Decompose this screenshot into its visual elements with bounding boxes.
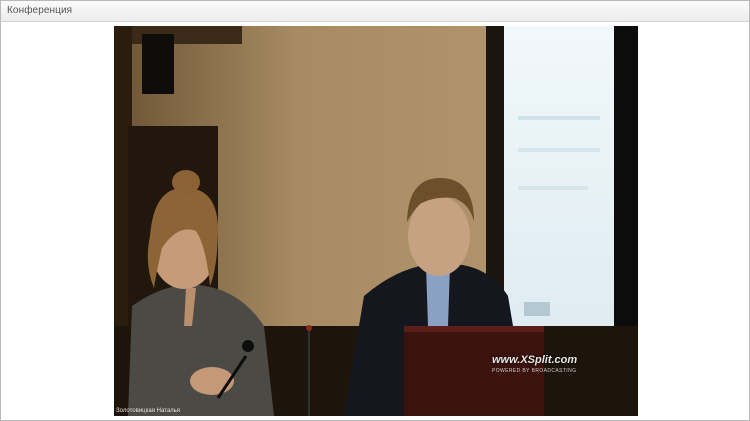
xsplit-watermark: www.XSplit.com bbox=[492, 354, 578, 366]
speaker-caption: Золотовицкая Наталья bbox=[116, 408, 181, 414]
man-face bbox=[408, 196, 470, 276]
wall-speaker bbox=[142, 34, 174, 94]
video-stream[interactable]: www.XSplit.com POWERED BY BROADCASTING З… bbox=[114, 26, 638, 416]
woman-hands bbox=[190, 367, 234, 395]
window-title: Конференция bbox=[7, 5, 73, 16]
xsplit-watermark-sub: POWERED BY BROADCASTING bbox=[492, 368, 577, 374]
window-titlebar[interactable]: Конференция bbox=[1, 1, 749, 22]
conference-window: Конференция www.XSplit.com POWERED BY BR… bbox=[0, 0, 750, 421]
right-column bbox=[486, 26, 504, 306]
